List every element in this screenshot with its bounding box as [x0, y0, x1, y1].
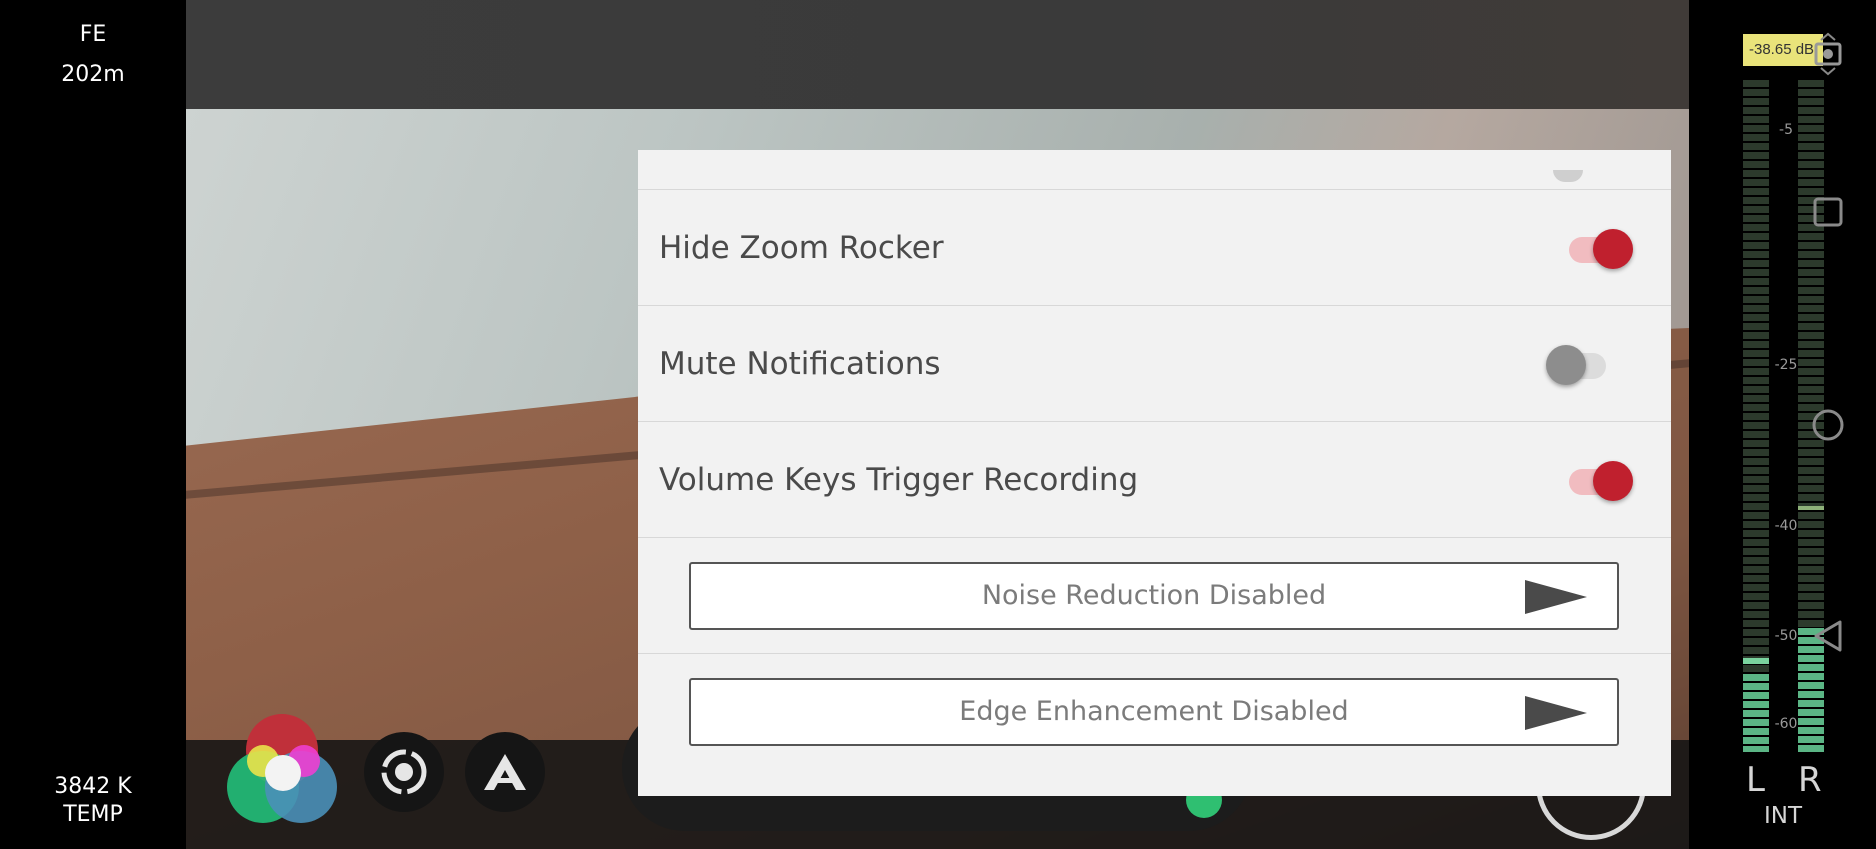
edge-enhancement-label: Edge Enhancement Disabled [959, 696, 1349, 727]
noise-reduction-label: Noise Reduction Disabled [981, 580, 1327, 611]
circle-icon[interactable] [1808, 405, 1848, 445]
setting-label: Volume Keys Trigger Recording [659, 462, 1139, 498]
square-icon[interactable] [1808, 192, 1848, 232]
toggle-knob [1593, 229, 1633, 269]
panel-pointer [1386, 770, 1454, 796]
lens-label: FE [79, 22, 107, 47]
audio-source-label[interactable]: INT [1764, 803, 1802, 829]
meter-tick: -60 [1774, 716, 1798, 732]
settings-row-noise-reduction: Noise Reduction Disabled [638, 538, 1671, 654]
exposure-button[interactable] [364, 732, 444, 812]
setting-label: Hide Zoom Rocker [659, 230, 944, 266]
auto-mode-icon [484, 754, 526, 790]
right-channel-label: R [1798, 760, 1822, 800]
auto-mode-button[interactable] [465, 732, 545, 812]
white-balance-label[interactable]: TEMP [0, 802, 186, 827]
hide-zoom-rocker-toggle[interactable] [1569, 229, 1633, 269]
settings-row-mute-notifications[interactable]: Mute Notifications [638, 306, 1671, 422]
exposure-icon [381, 749, 427, 795]
toggle-knob [1546, 345, 1586, 385]
left-channel-meter [1743, 80, 1769, 752]
color-wheel-icon[interactable] [226, 713, 344, 831]
white-balance-value[interactable]: 3842 K [0, 774, 186, 799]
meter-peak [1798, 506, 1824, 510]
meter-tick: -25 [1774, 357, 1798, 373]
settings-row-hide-zoom-rocker[interactable]: Hide Zoom Rocker [638, 190, 1671, 306]
camera-switch-icon[interactable] [1808, 32, 1848, 76]
settings-row-volume-keys[interactable]: Volume Keys Trigger Recording [638, 422, 1671, 538]
play-arrow-icon [1525, 696, 1587, 730]
setting-label: Mute Notifications [659, 346, 941, 382]
viewfinder-top-bar [186, 0, 1689, 109]
meter-tick: -40 [1774, 518, 1798, 534]
toggle-knob [1593, 461, 1633, 501]
meter-tick: -5 [1779, 122, 1793, 138]
partial-toggle-knob [1553, 170, 1583, 182]
edge-enhancement-button[interactable]: Edge Enhancement Disabled [689, 678, 1619, 746]
settings-panel: Hide Zoom Rocker Mute Notifications Volu… [638, 150, 1671, 796]
play-arrow-icon [1525, 580, 1587, 614]
meter-background [1743, 80, 1769, 752]
meter-peak [1743, 658, 1769, 664]
noise-reduction-button[interactable]: Noise Reduction Disabled [689, 562, 1619, 630]
back-triangle-icon[interactable] [1808, 616, 1848, 656]
volume-keys-trigger-recording-toggle[interactable] [1569, 461, 1633, 501]
mute-notifications-toggle[interactable] [1546, 345, 1606, 385]
meter-tick: -50 [1774, 628, 1798, 644]
settings-row-partial [638, 150, 1671, 190]
settings-row-edge-enhancement: Edge Enhancement Disabled [638, 654, 1671, 770]
meter-level [1743, 674, 1769, 752]
focus-distance: 202m [61, 62, 125, 87]
left-info-strip: FE 202m 3842 K TEMP [0, 0, 186, 849]
left-channel-label: L [1746, 760, 1765, 800]
